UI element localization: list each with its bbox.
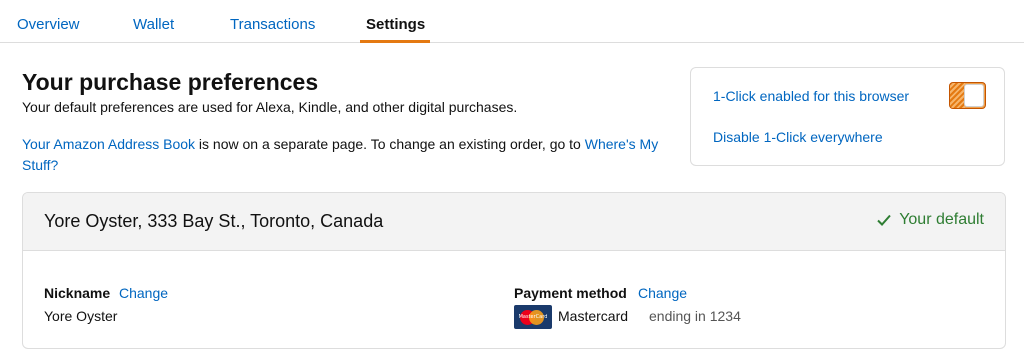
tab-transactions[interactable]: Transactions [230, 16, 315, 33]
one-click-toggle[interactable] [949, 82, 986, 109]
address-book-note: Your Amazon Address Book is now on a sep… [22, 134, 682, 176]
tab-wallet[interactable]: Wallet [133, 16, 174, 33]
default-badge: Your default [877, 211, 984, 229]
address-line: Yore Oyster, 333 Bay St., Toronto, Canad… [44, 211, 384, 231]
nickname-change-link[interactable]: Change [119, 285, 168, 301]
tab-overview[interactable]: Overview [17, 16, 80, 33]
nickname-value: Yore Oyster [44, 308, 118, 324]
default-label: Your default [899, 211, 984, 228]
disable-one-click-link[interactable]: Disable 1-Click everywhere [713, 129, 883, 145]
toggle-fill [950, 83, 965, 108]
check-icon [877, 214, 891, 226]
address-card-header: Yore Oyster, 333 Bay St., Toronto, Canad… [23, 193, 1005, 251]
tab-settings[interactable]: Settings [366, 16, 425, 33]
page-title: Your purchase preferences [22, 69, 319, 95]
mastercard-icon: MasterCard [514, 305, 552, 329]
default-address-card: Yore Oyster, 333 Bay St., Toronto, Canad… [22, 192, 1006, 349]
active-tab-indicator [360, 40, 430, 43]
address-book-link[interactable]: Your Amazon Address Book [22, 136, 195, 152]
payment-ending: ending in 1234 [649, 308, 741, 324]
payment-change-link[interactable]: Change [638, 285, 687, 301]
nickname-label: Nickname [44, 285, 111, 301]
one-click-status-link[interactable]: 1-Click enabled for this browser [713, 86, 913, 107]
payment-brand: Mastercard [558, 308, 629, 324]
payment-method-label: Payment method [514, 285, 627, 301]
page-subtitle: Your default preferences are used for Al… [22, 99, 518, 115]
tab-bar: Overview Wallet Transactions Settings [0, 0, 1024, 43]
note-text: is now on a separate page. To change an … [195, 136, 585, 152]
one-click-panel: 1-Click enabled for this browser Disable… [690, 67, 1005, 166]
toggle-knob [964, 84, 984, 107]
